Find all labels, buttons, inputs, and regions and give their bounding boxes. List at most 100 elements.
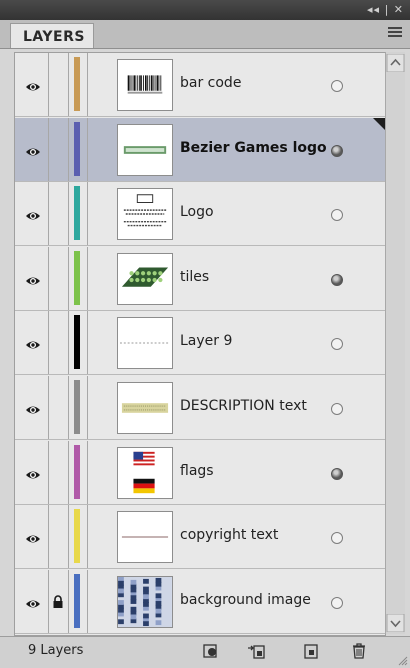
column-divider (68, 440, 69, 504)
layer-name[interactable]: copyright text (180, 527, 278, 543)
visibility-eye-icon[interactable] (25, 595, 41, 608)
delete-layer-icon[interactable] (350, 642, 368, 660)
layer-list: bar code Bezier Games logo Logo tiles La… (14, 52, 386, 636)
resize-grip-icon[interactable] (398, 656, 408, 666)
panel-menu-icon[interactable] (388, 27, 402, 39)
layer-name[interactable]: Logo (180, 204, 214, 220)
visibility-eye-icon[interactable] (25, 272, 41, 285)
panel-title-bar: ◂◂ | ✕ (0, 0, 410, 20)
visibility-eye-icon[interactable] (25, 78, 41, 91)
column-divider (48, 246, 49, 310)
panel-collapse-close-controls[interactable]: ◂◂ | ✕ (367, 3, 404, 16)
visibility-eye-icon[interactable] (25, 207, 41, 220)
layer-row[interactable]: copyright text (15, 505, 385, 570)
layer-thumbnail (117, 188, 173, 241)
layer-row[interactable]: Logo (15, 182, 385, 247)
layer-target-circle-icon[interactable] (331, 80, 343, 92)
visibility-eye-icon[interactable] (25, 530, 41, 543)
tab-label: LAYERS (23, 29, 85, 45)
layer-name[interactable]: DESCRIPTION text (180, 398, 307, 414)
visibility-eye-icon[interactable] (25, 143, 41, 156)
layer-row[interactable]: background image (15, 569, 385, 634)
layer-color-swatch (74, 573, 80, 628)
column-divider (68, 246, 69, 310)
lock-toggle[interactable] (52, 206, 64, 220)
layer-row[interactable]: Bezier Games logo (15, 117, 385, 182)
layer-target-circle-icon[interactable] (331, 144, 343, 157)
column-divider (68, 311, 69, 375)
column-divider (48, 505, 49, 569)
column-divider (87, 311, 88, 375)
layer-target-circle-icon[interactable] (331, 532, 343, 545)
column-divider (48, 182, 49, 246)
layer-target-circle-icon[interactable] (331, 403, 343, 415)
lock-toggle[interactable] (52, 529, 64, 543)
lock-toggle[interactable] (52, 77, 64, 91)
column-divider (87, 376, 88, 439)
visibility-eye-icon[interactable] (25, 401, 41, 414)
make-clipping-mask-icon[interactable] (202, 642, 220, 660)
layer-row[interactable]: Layer 9 (15, 311, 385, 376)
layer-color-swatch (74, 444, 80, 499)
layer-row[interactable]: DESCRIPTION text (15, 376, 385, 440)
layer-thumbnail (117, 59, 173, 111)
scroll-down-icon[interactable] (386, 614, 405, 632)
layer-color-swatch (74, 380, 80, 434)
layer-target-circle-icon[interactable] (331, 467, 343, 480)
column-divider (48, 376, 49, 439)
column-divider (87, 182, 88, 246)
layer-color-swatch (74, 57, 80, 111)
tab-bar: LAYERS (0, 20, 410, 49)
layer-color-swatch (74, 509, 80, 564)
scroll-up-icon[interactable] (386, 54, 405, 72)
column-divider (87, 117, 88, 181)
selection-indicator (373, 117, 385, 130)
new-sublayer-icon[interactable] (247, 642, 265, 660)
layer-row[interactable]: tiles (15, 246, 385, 311)
layer-thumbnail (117, 511, 173, 564)
layer-thumbnail (117, 575, 173, 628)
layer-name[interactable]: tiles (180, 269, 209, 285)
lock-toggle[interactable] (52, 335, 64, 349)
layer-target-circle-icon[interactable] (331, 338, 343, 351)
layer-target-circle-icon[interactable] (331, 209, 343, 222)
visibility-eye-icon[interactable] (25, 466, 41, 479)
lock-toggle[interactable] (52, 142, 64, 156)
visibility-eye-icon[interactable] (25, 336, 41, 349)
layer-name[interactable]: Layer 9 (180, 333, 232, 349)
layer-row[interactable]: bar code (15, 53, 385, 117)
layer-row[interactable]: flags (15, 440, 385, 505)
column-divider (87, 53, 88, 116)
layer-name[interactable]: Bezier Games logo (180, 140, 327, 156)
column-divider (48, 440, 49, 504)
column-divider (87, 569, 88, 633)
layer-thumbnail (117, 382, 173, 434)
lock-toggle[interactable] (52, 400, 64, 414)
layer-target-circle-icon[interactable] (331, 596, 343, 609)
layer-count: 9 Layers (28, 643, 84, 658)
layer-name[interactable]: flags (180, 463, 214, 479)
lock-icon[interactable] (52, 594, 64, 608)
layer-color-swatch (74, 186, 80, 241)
lock-toggle[interactable] (52, 465, 64, 479)
layer-name[interactable]: bar code (180, 75, 241, 91)
column-divider (68, 376, 69, 439)
column-divider (48, 53, 49, 116)
layer-color-swatch (74, 250, 80, 305)
column-divider (48, 117, 49, 181)
column-divider (87, 246, 88, 310)
panel-footer: 9 Layers (0, 636, 410, 668)
layer-name[interactable]: background image (180, 592, 311, 608)
tab-layers[interactable]: LAYERS (10, 23, 94, 48)
column-divider (68, 505, 69, 569)
new-layer-icon[interactable] (302, 642, 320, 660)
layer-color-swatch (74, 315, 80, 370)
column-divider (68, 117, 69, 181)
layer-target-circle-icon[interactable] (331, 273, 343, 286)
scrollbar[interactable] (385, 52, 405, 634)
layer-thumbnail (117, 252, 173, 305)
column-divider (48, 569, 49, 633)
lock-toggle[interactable] (52, 271, 64, 285)
column-divider (68, 53, 69, 116)
layer-color-swatch (74, 121, 80, 176)
